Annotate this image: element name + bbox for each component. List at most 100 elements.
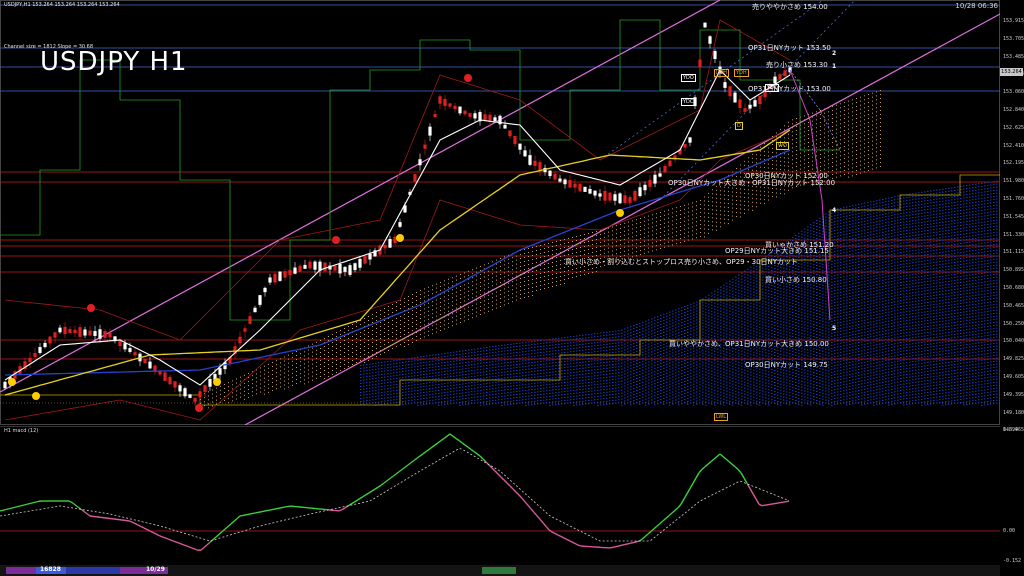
cloud-dot	[456, 390, 458, 392]
cloud-dot	[604, 240, 605, 242]
cloud-dot	[720, 319, 722, 321]
cloud-dot	[459, 365, 461, 367]
cloud-dot	[824, 120, 825, 122]
cloud-dot	[543, 351, 545, 353]
cloud-dot	[618, 378, 620, 380]
cloud-dot	[656, 221, 657, 223]
cloud-dot	[868, 142, 869, 143]
cloud-dot	[429, 397, 431, 399]
cloud-dot	[699, 366, 701, 368]
cloud-dot	[528, 268, 529, 269]
cloud-dot	[666, 333, 668, 335]
cloud-dot	[438, 401, 440, 403]
cloud-dot	[828, 143, 829, 145]
cloud-dot	[708, 399, 710, 401]
cloud-dot	[546, 357, 548, 359]
cloud-dot	[556, 257, 557, 258]
cloud-dot	[560, 276, 561, 277]
cloud-dot	[564, 361, 566, 362]
cloud-dot	[618, 384, 620, 386]
cloud-dot	[372, 314, 373, 315]
cloud-dot	[616, 225, 617, 227]
cloud-dot	[642, 351, 644, 353]
cloud-dot	[636, 387, 638, 388]
cloud-dot	[567, 372, 569, 374]
cloud-dot	[508, 274, 509, 276]
cloud-dot	[705, 314, 707, 316]
cloud-dot	[693, 368, 695, 370]
cloud-dot	[717, 330, 719, 332]
cloud-dot	[498, 387, 500, 389]
cloud-dot	[504, 300, 505, 302]
cloud-dot	[462, 389, 464, 391]
cloud-dot	[546, 396, 548, 398]
cloud-dot	[690, 324, 692, 326]
cloud-dot	[714, 290, 716, 292]
cloud-dot	[453, 351, 455, 353]
cloud-dot	[681, 373, 683, 375]
cloud-dot	[684, 387, 686, 388]
cloud-dot	[624, 358, 626, 360]
cloud-dot	[528, 292, 529, 293]
cloud-dot	[618, 396, 620, 398]
cloud-dot	[516, 271, 517, 273]
cloud-dot	[872, 112, 873, 114]
cloud-dot	[483, 380, 485, 382]
cloud-dot	[292, 364, 293, 366]
cloud-dot	[648, 346, 650, 348]
cloud-dot	[726, 369, 728, 371]
cloud-dot	[573, 344, 575, 346]
cloud-dot	[240, 388, 241, 390]
cloud-dot	[498, 369, 500, 371]
cloud-dot	[483, 371, 485, 373]
cloud-dot	[561, 382, 563, 384]
cloud-dot	[600, 332, 602, 334]
cloud-dot	[645, 323, 647, 325]
cloud-dot	[438, 365, 440, 367]
cloud-dot	[408, 340, 409, 341]
cloud-dot	[693, 320, 695, 322]
cloud-dot	[696, 209, 697, 211]
cloud-dot	[687, 316, 689, 318]
cloud-dot	[618, 360, 620, 362]
cloud-dot	[687, 385, 689, 387]
cloud-dot	[558, 364, 560, 366]
cloud-dot	[576, 383, 578, 385]
cloud-dot	[348, 350, 349, 351]
cloud-dot	[663, 343, 665, 345]
cloud-dot	[560, 268, 561, 269]
cloud-dot	[501, 347, 503, 349]
cloud-dot	[504, 276, 505, 278]
cloud-dot	[606, 370, 608, 372]
cloud-dot	[296, 375, 297, 376]
cloud-dot	[372, 402, 374, 404]
cloud-dot	[552, 250, 553, 251]
cloud-dot	[492, 370, 494, 372]
cloud-dot	[381, 392, 383, 393]
cloud-dot	[676, 215, 677, 217]
cloud-dot	[627, 381, 629, 383]
cloud-dot	[352, 360, 353, 361]
cloud-dot	[672, 216, 673, 218]
cloud-dot	[252, 379, 253, 381]
cloud-dot	[450, 385, 452, 387]
cloud-dot	[522, 375, 524, 377]
cloud-dot	[642, 372, 644, 374]
cloud-dot	[516, 259, 517, 261]
cloud-dot	[300, 365, 301, 367]
cloud-dot	[426, 361, 428, 363]
cloud-dot	[477, 354, 479, 356]
cloud-dot	[804, 119, 805, 121]
cloud-dot	[432, 305, 433, 307]
cloud-dot	[369, 375, 371, 377]
cloud-dot	[513, 343, 515, 345]
cloud-dot	[776, 152, 777, 154]
cloud-dot	[592, 236, 593, 237]
cloud-dot	[468, 294, 469, 296]
cloud-dot	[540, 265, 541, 266]
cloud-dot	[660, 345, 662, 346]
cloud-dot	[552, 389, 554, 391]
cloud-dot	[447, 403, 449, 405]
cloud-dot	[585, 382, 587, 384]
cloud-dot	[460, 314, 461, 315]
